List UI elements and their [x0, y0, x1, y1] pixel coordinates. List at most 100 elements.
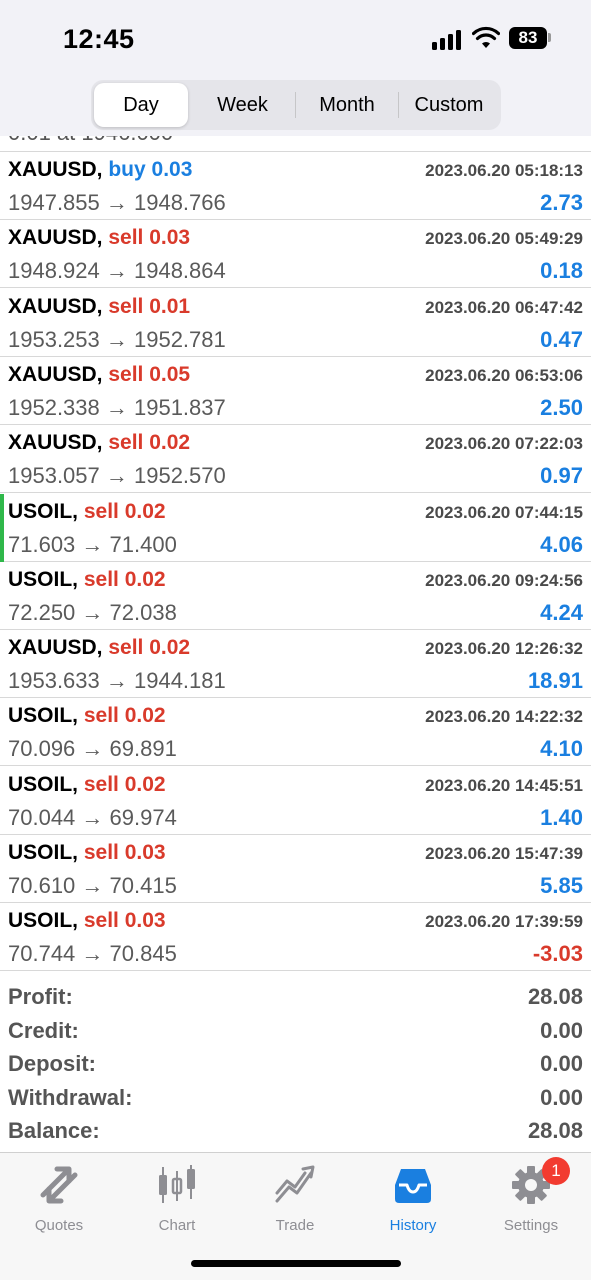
symbol-name: USOIL,	[8, 567, 79, 591]
symbol-name: USOIL,	[8, 909, 79, 933]
deal-time: 2023.06.20 06:47:42	[425, 297, 583, 317]
deals-list[interactable]: 0.01 at 1946.000 XAUUSD, buy 0.03 2023.06…	[0, 136, 591, 972]
deal-profit: 2.73	[540, 190, 583, 215]
summary-label: Deposit:	[8, 1051, 96, 1076]
summary-value: 0.00	[540, 1084, 583, 1110]
deal-symbol: XAUUSD, sell 0.01	[8, 295, 190, 319]
deal-side-volume: sell 0.02	[83, 704, 166, 728]
deal-profit: 0.18	[540, 258, 583, 284]
deal-symbol: USOIL, sell 0.02	[8, 500, 166, 524]
symbol-name: USOIL,	[8, 841, 79, 864]
deal-profit: 4.24	[540, 599, 583, 625]
battery-tip	[548, 33, 551, 42]
deal-row[interactable]: USOIL, sell 0.03 2023.06.20 17:39:59 70.74…	[0, 903, 591, 972]
deal-prices: 1948.924 → 1948.864	[8, 258, 226, 284]
deal-row[interactable]: XAUUSD, sell 0.02 2023.06.20 07:22:03 1953…	[0, 425, 591, 494]
wifi-icon	[472, 26, 500, 48]
summary-label: Withdrawal:	[8, 1084, 133, 1110]
account-summary: Profit: 28.08 Credit: 0.00 Deposit: 0.00…	[0, 980, 591, 1148]
quotes-icon	[40, 1166, 78, 1204]
symbol-name: XAUUSD,	[8, 362, 103, 386]
deal-row[interactable]: USOIL, sell 0.02 2023.06.20 14:45:51 70.04…	[0, 767, 591, 835]
deal-row[interactable]: USOIL, sell 0.02 2023.06.20 09:24:56 72.25…	[0, 562, 591, 630]
deal-symbol: USOIL, sell 0.02	[8, 704, 166, 728]
tab-custom[interactable]: Custom	[399, 83, 499, 127]
deal-time: 2023.06.20 12:26:32	[425, 639, 583, 659]
tab-quotes[interactable]: Quotes	[0, 1161, 118, 1241]
tab-day[interactable]: Day	[94, 83, 188, 127]
list-item-partial[interactable]: 0.01 at 1946.000	[0, 136, 591, 152]
deal-time: 2023.06.20 07:22:03	[425, 434, 583, 454]
status-time: 12:45	[63, 24, 135, 54]
deal-prices: 1953.633 → 1944.181	[8, 668, 226, 694]
deal-symbol: USOIL, sell 0.03	[8, 841, 166, 865]
tab-settings[interactable]: 1 Settings	[472, 1157, 590, 1241]
deal-row[interactable]: XAUUSD, sell 0.02 2023.06.20 12:26:32 1953…	[0, 630, 591, 699]
cellular-signal-icon	[432, 30, 464, 50]
deal-symbol: USOIL, sell 0.02	[8, 773, 166, 797]
trade-icon	[275, 1165, 315, 1203]
deal-row[interactable]: USOIL, sell 0.02 2023.06.20 07:44:15 71.60…	[0, 493, 591, 562]
summary-value: 0.00	[540, 1017, 583, 1043]
deal-row[interactable]: USOIL, sell 0.02 2023.06.20 14:22:32 70.09…	[0, 698, 591, 767]
deal-profit: -3.03	[532, 941, 583, 967]
deal-row[interactable]: XAUUSD, sell 0.05 2023.06.20 06:53:06 1952…	[0, 357, 591, 425]
symbol-name: XAUUSD,	[8, 431, 103, 455]
symbol-name: XAUUSD,	[8, 294, 103, 318]
deal-side-volume: sell 0.01	[108, 294, 191, 318]
tab-month[interactable]: Month	[296, 83, 398, 127]
deal-row[interactable]: XAUUSD, sell 0.03 2023.06.20 05:49:29 1948…	[0, 220, 591, 289]
deal-row[interactable]: XAUUSD, sell 0.01 2023.06.20 06:47:42 1953…	[0, 289, 591, 357]
tab-label: Chart	[158, 1217, 196, 1234]
deal-time: 2023.06.20 07:44:15	[425, 502, 583, 522]
tab-label: History	[389, 1217, 437, 1234]
deal-profit: 4.06	[540, 531, 583, 557]
summary-value: 28.08	[527, 984, 583, 1009]
deal-side-volume: sell 0.02	[83, 567, 166, 591]
home-indicator	[191, 1260, 401, 1267]
deal-time: 2023.06.20 17:39:59	[425, 912, 583, 932]
deal-profit: 4.10	[540, 736, 583, 762]
deal-side-volume: sell 0.05	[108, 362, 191, 386]
deal-row[interactable]: XAUUSD, buy 0.03 2023.06.20 05:18:13 1947.…	[0, 152, 591, 220]
chart-icon	[159, 1165, 195, 1203]
deal-profit: 0.97	[540, 463, 583, 489]
deal-side-volume: sell 0.02	[83, 772, 166, 796]
deal-prices: 1953.253 → 1952.781	[8, 326, 226, 352]
summary-label: Balance:	[8, 1118, 100, 1143]
deal-symbol: USOIL, sell 0.03	[8, 909, 166, 933]
history-icon	[395, 1169, 431, 1203]
deal-prices: 1947.855 → 1948.766	[8, 190, 226, 215]
deal-time: 2023.06.20 05:49:29	[425, 229, 583, 249]
deal-symbol: XAUUSD, sell 0.02	[8, 636, 190, 660]
deal-time: 2023.06.20 09:24:56	[425, 570, 583, 590]
notification-badge: 1	[542, 1157, 570, 1185]
deal-prices: 71.603 → 71.400	[8, 531, 177, 557]
deal-profit: 18.91	[527, 668, 583, 694]
summary-row-balance: Balance: 28.08	[0, 1114, 591, 1148]
deal-time: 2023.06.20 06:53:06	[425, 365, 583, 385]
tab-history[interactable]: History	[354, 1161, 472, 1241]
summary-label: Profit:	[8, 984, 73, 1009]
tab-week[interactable]: Week	[191, 83, 294, 127]
deal-time: 2023.06.20 14:22:32	[425, 707, 583, 727]
deal-side-volume: sell 0.02	[108, 636, 191, 660]
summary-value: 0.00	[540, 1051, 583, 1076]
deal-symbol: XAUUSD, sell 0.03	[8, 226, 190, 250]
deal-side-volume: sell 0.03	[83, 909, 166, 933]
deal-side-volume: sell 0.02	[83, 499, 166, 523]
tab-chart[interactable]: Chart	[118, 1161, 236, 1241]
deal-time: 2023.06.20 15:47:39	[425, 844, 583, 863]
deal-prices: 70.096 → 69.891	[8, 736, 177, 762]
deal-prices: 1952.338 → 1951.837	[8, 394, 226, 420]
deal-symbol: USOIL, sell 0.02	[8, 568, 166, 592]
deal-row[interactable]: USOIL, sell 0.03 2023.06.20 15:47:39 70.61…	[0, 835, 591, 903]
deal-side-volume: sell 0.02	[108, 431, 191, 455]
symbol-name: USOIL,	[8, 499, 79, 523]
tab-trade[interactable]: Trade	[236, 1161, 354, 1241]
tab-label: Trade	[275, 1217, 315, 1234]
summary-label: Credit:	[8, 1017, 79, 1043]
summary-row-withdrawal: Withdrawal: 0.00	[0, 1081, 591, 1115]
deal-prices: 1953.057 → 1952.570	[8, 463, 226, 489]
battery-icon: 83	[509, 27, 547, 49]
